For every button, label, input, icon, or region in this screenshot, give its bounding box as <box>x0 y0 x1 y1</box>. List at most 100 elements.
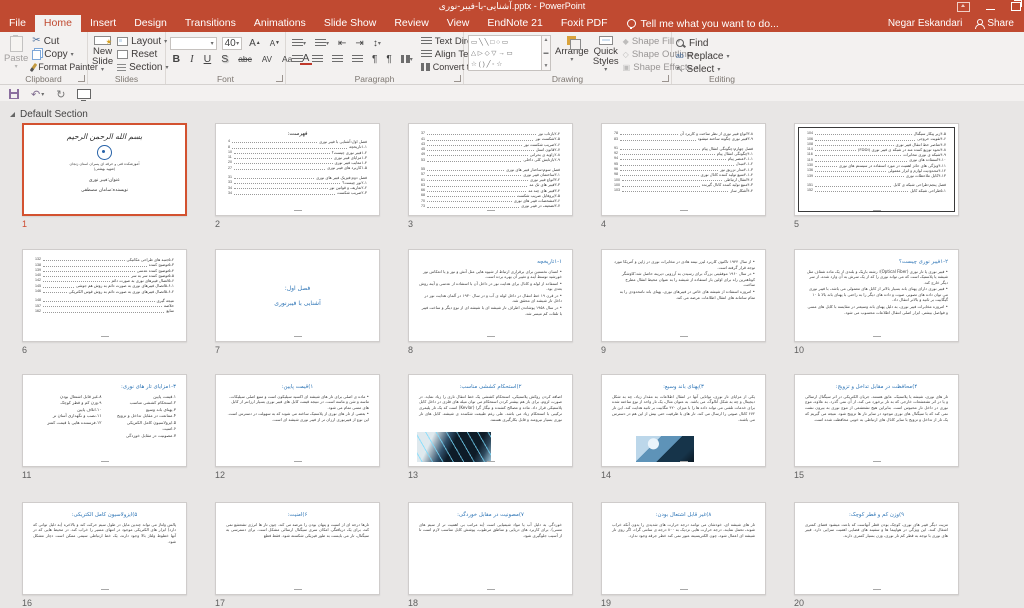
toc-entry-text: ۴-۱۳کابل ملاحظات نوری <box>906 173 946 178</box>
increase-indent-button[interactable]: ⇥ <box>353 37 365 50</box>
slide-thumbnail-2[interactable]: فهرست:فصل اول:آشنایی با فیبر نوری4۱-۱تار… <box>215 123 380 216</box>
ribbon-display-options-icon[interactable] <box>957 2 970 12</box>
section-button[interactable]: Section▾ <box>117 61 168 73</box>
shrink-font-button[interactable]: A▼ <box>268 37 282 50</box>
toc-page-number: 11 <box>228 155 232 160</box>
quick-styles-button[interactable]: Quick Styles▾ <box>593 35 619 73</box>
paragraph-dialog-launcher[interactable] <box>454 75 461 82</box>
font-dialog-launcher[interactable] <box>276 75 283 82</box>
slide-content: ۶)امنیت:تارها درجه ای از امنیت و پنهان ب… <box>216 503 379 594</box>
undo-button[interactable]: ↶▾ <box>31 88 44 101</box>
bold-button[interactable]: B <box>170 53 183 65</box>
redo-button[interactable]: ↻ <box>56 88 65 101</box>
slide-thumbnail-13[interactable]: ۲)استحکام کششی مناسب:اضافه کردن روکش پلا… <box>408 374 573 467</box>
italic-button[interactable]: I <box>188 54 197 65</box>
slide-thumbnail-11[interactable]: ۱-۳مزایای تار های نوری:۱.قیمت پایین۲.است… <box>22 374 187 467</box>
toc-page-number: 157 <box>35 304 41 309</box>
tab-slide-show[interactable]: Slide Show <box>315 15 386 32</box>
slide-thumbnail-9[interactable]: • از سال ۱۹۴۴ تاکنون کاربرد لیزر نیمه ها… <box>601 249 766 342</box>
font-size-input[interactable]: 40▾ <box>222 37 243 50</box>
section-header[interactable]: Default Section <box>10 109 88 120</box>
replace-button[interactable]: abReplace▾ <box>676 50 769 62</box>
slide-footer-placeholder <box>101 336 109 337</box>
slide-thumbnail-15[interactable]: ۴)محافظت در مقابل تداخل و تزویج:تار های … <box>794 374 959 467</box>
tab-transitions[interactable]: Transitions <box>176 15 245 32</box>
rtl-direction-button[interactable]: ¶ <box>384 53 393 66</box>
numbering-button[interactable]: ▾ <box>313 37 331 50</box>
tab-view[interactable]: View <box>438 15 479 32</box>
drawing-dialog-launcher[interactable] <box>662 75 669 82</box>
slide-thumbnail-19[interactable]: ۸)غیر قابل اشتعال بودن:تار های شیشه ای، … <box>601 502 766 595</box>
tab-home[interactable]: Home <box>35 15 81 32</box>
slide-thumbnail-18[interactable]: ۷)مصونیت در مقابل خوردگی:خوردگی به دلیل … <box>408 502 573 595</box>
columns-button[interactable]: ▾ <box>399 53 415 66</box>
toc-entry: ۳-۷تضعیف در فیبر نوری73 <box>421 203 560 208</box>
find-button[interactable]: Find <box>676 37 769 49</box>
slide-thumbnail-5[interactable]: ۴-۵زیر پیکار سیگنال104۴-۶تقویت خروجی106۴… <box>794 123 959 216</box>
toc-page-number: 136 <box>807 168 813 173</box>
tell-me-box[interactable]: Tell me what you want to do... <box>617 15 789 32</box>
arrange-button[interactable]: Arrange▾ <box>555 35 589 73</box>
toc-page-number: 53 <box>421 158 425 163</box>
layout-button[interactable]: Layout▾ <box>117 35 168 47</box>
ltr-direction-button[interactable]: ¶ <box>370 53 379 66</box>
slide-thumbnail-1[interactable]: بسم الله الرحمن الرحیمآموزشکده فنی و حرف… <box>22 123 187 216</box>
character-spacing-button[interactable]: AV <box>259 55 274 64</box>
slide-content: ۵)ایزولاسیون کامل الکتریکی:پالس ولتاژ می… <box>23 503 186 594</box>
tab-animations[interactable]: Animations <box>245 15 315 32</box>
clipboard-dialog-launcher[interactable] <box>78 75 85 82</box>
grow-font-button[interactable]: A▲ <box>247 37 263 50</box>
restore-icon[interactable] <box>1011 2 1021 11</box>
underline-button[interactable]: U <box>201 53 214 65</box>
slide-number-19: 19 <box>601 598 621 608</box>
new-slide-button[interactable]: New Slide▾ <box>92 35 113 73</box>
shapes-gallery-scrollbar[interactable]: ▲▬▼ <box>542 35 551 71</box>
toc-entry: منابع162 <box>35 308 174 313</box>
user-name[interactable]: Negar Eskandari <box>888 18 962 29</box>
align-right-button[interactable] <box>330 53 345 66</box>
slide-thumbnail-6[interactable]: ۵-۲جنبه های طراحی مکانیکی132۵-۳توضیح کنن… <box>22 249 187 342</box>
justify-button[interactable] <box>350 53 365 66</box>
tab-file[interactable]: File <box>0 15 35 32</box>
tab-endnote-21[interactable]: EndNote 21 <box>478 15 551 32</box>
find-icon <box>676 39 684 47</box>
title-bar: آشنایی-با-فیبر-نوری.pptx - PowerPoint <box>0 0 1024 15</box>
slide-thumbnail-8[interactable]: ۱-۱تاریخچه• انسان نخستین برای برقراری ار… <box>408 249 573 342</box>
tab-review[interactable]: Review <box>385 15 437 32</box>
tab-insert[interactable]: Insert <box>81 15 125 32</box>
slide-thumbnail-4[interactable]: ۳-۸انواع فیبر نوری از نظر ساخت و کاربرد … <box>601 123 766 216</box>
line-spacing-button[interactable]: ↕▾ <box>371 37 383 50</box>
slide-thumbnail-10[interactable]: ۱-۲فیبر نوری چیست؟• فیبر نوری یا تار نور… <box>794 249 959 342</box>
slide-thumbnail-20[interactable]: ۹)وزن کم و قطر کوچک:مزیت دیگر فیبر های ن… <box>794 502 959 595</box>
start-slideshow-button[interactable] <box>77 89 91 99</box>
slide-thumbnail-7[interactable]: فصل اول:آشنایی با فیبرنوری <box>215 249 380 342</box>
toc-page-number: 37 <box>421 131 425 136</box>
slide-thumbnail-17[interactable]: ۶)امنیت:تارها درجه ای از امنیت و پنهان ب… <box>215 502 380 595</box>
toc-page-number: 31 <box>228 175 232 180</box>
drawing-group: ▭ ╲ ╲ □ ○ ▭△ ▷ ◇ ▽ → ▭☆ ( ) ╱ ◦ ☆ ▲▬▼ Ar… <box>464 32 672 84</box>
strikethrough-button[interactable]: abc <box>236 54 255 64</box>
tab-foxit-pdf[interactable]: Foxit PDF <box>552 15 617 32</box>
slide-thumbnail-12[interactable]: ۱)قیمت پایین:• ماده ی اصلی برای تار های … <box>215 374 380 467</box>
toc-page-number: 96 <box>614 167 618 172</box>
share-button[interactable]: Share <box>974 18 1014 29</box>
save-button[interactable] <box>9 89 19 99</box>
person-icon <box>974 19 983 28</box>
slide-thumbnail-16[interactable]: ۵)ایزولاسیون کامل الکتریکی:پالس ولتاژ می… <box>22 502 187 595</box>
shapes-gallery-grid[interactable]: ▭ ╲ ╲ □ ○ ▭△ ▷ ◇ ▽ → ▭☆ ( ) ╱ ◦ ☆ <box>468 35 542 71</box>
font-name-select[interactable]: ▾ <box>170 37 217 50</box>
reset-button[interactable]: Reset <box>117 48 168 60</box>
minimize-icon[interactable] <box>986 4 995 10</box>
slide-thumbnail-3[interactable]: ۲-۴بازتاب نور37۲-۵شکست نور41۲-۶ضریب شکست… <box>408 123 573 216</box>
decrease-indent-button[interactable]: ⇤ <box>336 37 348 50</box>
slide-thumbnail-14[interactable]: ۳)پهنای باند وسیع:یکی از مزایای تار نوری… <box>601 374 766 467</box>
text-shadow-button[interactable]: S <box>219 53 231 65</box>
align-center-button[interactable] <box>310 53 325 66</box>
tab-design[interactable]: Design <box>125 15 176 32</box>
bullets-button[interactable]: ▾ <box>290 37 308 50</box>
paste-button[interactable]: Paste▾ <box>4 35 28 73</box>
slide-number-13: 13 <box>408 470 428 480</box>
align-left-button[interactable] <box>290 53 305 66</box>
body-text: تار های شیشه ای، خودشان می توانند درجه ح… <box>612 522 755 539</box>
shapes-gallery[interactable]: ▭ ╲ ╲ □ ○ ▭△ ▷ ◇ ▽ → ▭☆ ( ) ╱ ◦ ☆ ▲▬▼ <box>468 35 551 73</box>
